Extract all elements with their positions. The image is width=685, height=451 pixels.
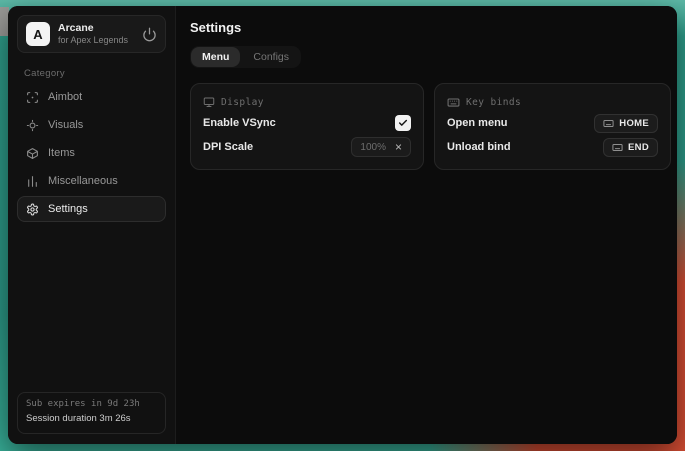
cube-icon — [26, 147, 39, 160]
gear-icon — [26, 203, 39, 216]
setting-label: Open menu — [447, 117, 508, 129]
keybind-value: HOME — [619, 118, 649, 129]
arcane-logo: A — [26, 22, 50, 46]
dpi-scale-input[interactable]: 100% × — [351, 137, 411, 157]
setting-label: Unload bind — [447, 141, 511, 153]
sidebar: A Arcane for Apex Legends Category — [8, 6, 176, 444]
sidebar-item-label: Visuals — [48, 119, 83, 131]
crosshair-icon — [26, 91, 39, 104]
tab-group: Menu Configs — [190, 46, 301, 68]
setting-label: DPI Scale — [203, 141, 253, 153]
keyboard-icon — [447, 96, 460, 109]
columns-icon — [26, 175, 39, 188]
session-duration-text: Session duration 3m 26s — [26, 412, 157, 427]
tab-configs[interactable]: Configs — [242, 47, 300, 67]
sidebar-item-aimbot[interactable]: Aimbot — [17, 84, 166, 110]
sidebar-item-settings[interactable]: Settings — [17, 196, 166, 222]
eye-scan-icon — [26, 119, 39, 132]
keybinds-card: Key binds Open menu HOME Unload bind — [434, 83, 671, 170]
sub-expires-text: Sub expires in 9d 23h — [26, 398, 157, 412]
keybind-value: END — [628, 142, 649, 153]
setting-row-open-menu: Open menu HOME — [447, 111, 658, 135]
category-label: Category — [24, 68, 166, 79]
sidebar-item-items[interactable]: Items — [17, 140, 166, 166]
vsync-checkbox[interactable] — [395, 115, 411, 131]
main-content: Settings Menu Configs Display Enable VSy… — [176, 6, 677, 444]
app-window: A Arcane for Apex Legends Category — [8, 6, 677, 444]
close-icon[interactable]: × — [395, 141, 402, 153]
sidebar-item-miscellaneous[interactable]: Miscellaneous — [17, 168, 166, 194]
monitor-icon — [203, 96, 215, 108]
card-title: Key binds — [466, 97, 521, 108]
keyboard-icon — [612, 142, 623, 153]
sidebar-item-label: Settings — [48, 203, 88, 215]
setting-label: Enable VSync — [203, 117, 276, 129]
open-menu-keybind-button[interactable]: HOME — [594, 114, 658, 133]
keyboard-icon — [603, 118, 614, 129]
brand-card: A Arcane for Apex Legends — [17, 15, 166, 53]
sidebar-item-label: Miscellaneous — [48, 175, 118, 187]
brand-title: Arcane — [58, 22, 128, 35]
sidebar-item-visuals[interactable]: Visuals — [17, 112, 166, 138]
sidebar-item-label: Aimbot — [48, 91, 82, 103]
setting-row-dpi: DPI Scale 100% × — [203, 135, 411, 159]
subscription-info: Sub expires in 9d 23h Session duration 3… — [17, 392, 166, 434]
setting-row-unload-bind: Unload bind END — [447, 135, 658, 159]
sidebar-item-label: Items — [48, 147, 75, 159]
tab-menu[interactable]: Menu — [191, 47, 240, 67]
card-title: Display — [221, 97, 264, 108]
brand-subtitle: for Apex Legends — [58, 35, 128, 46]
dpi-scale-value[interactable]: 100% — [360, 142, 386, 153]
display-card: Display Enable VSync DPI Scale 100% × — [190, 83, 424, 170]
setting-row-vsync: Enable VSync — [203, 111, 411, 135]
power-icon[interactable] — [142, 27, 157, 42]
unload-keybind-button[interactable]: END — [603, 138, 658, 157]
sidebar-nav: Aimbot Visuals Items — [17, 84, 166, 222]
page-title: Settings — [190, 20, 671, 35]
